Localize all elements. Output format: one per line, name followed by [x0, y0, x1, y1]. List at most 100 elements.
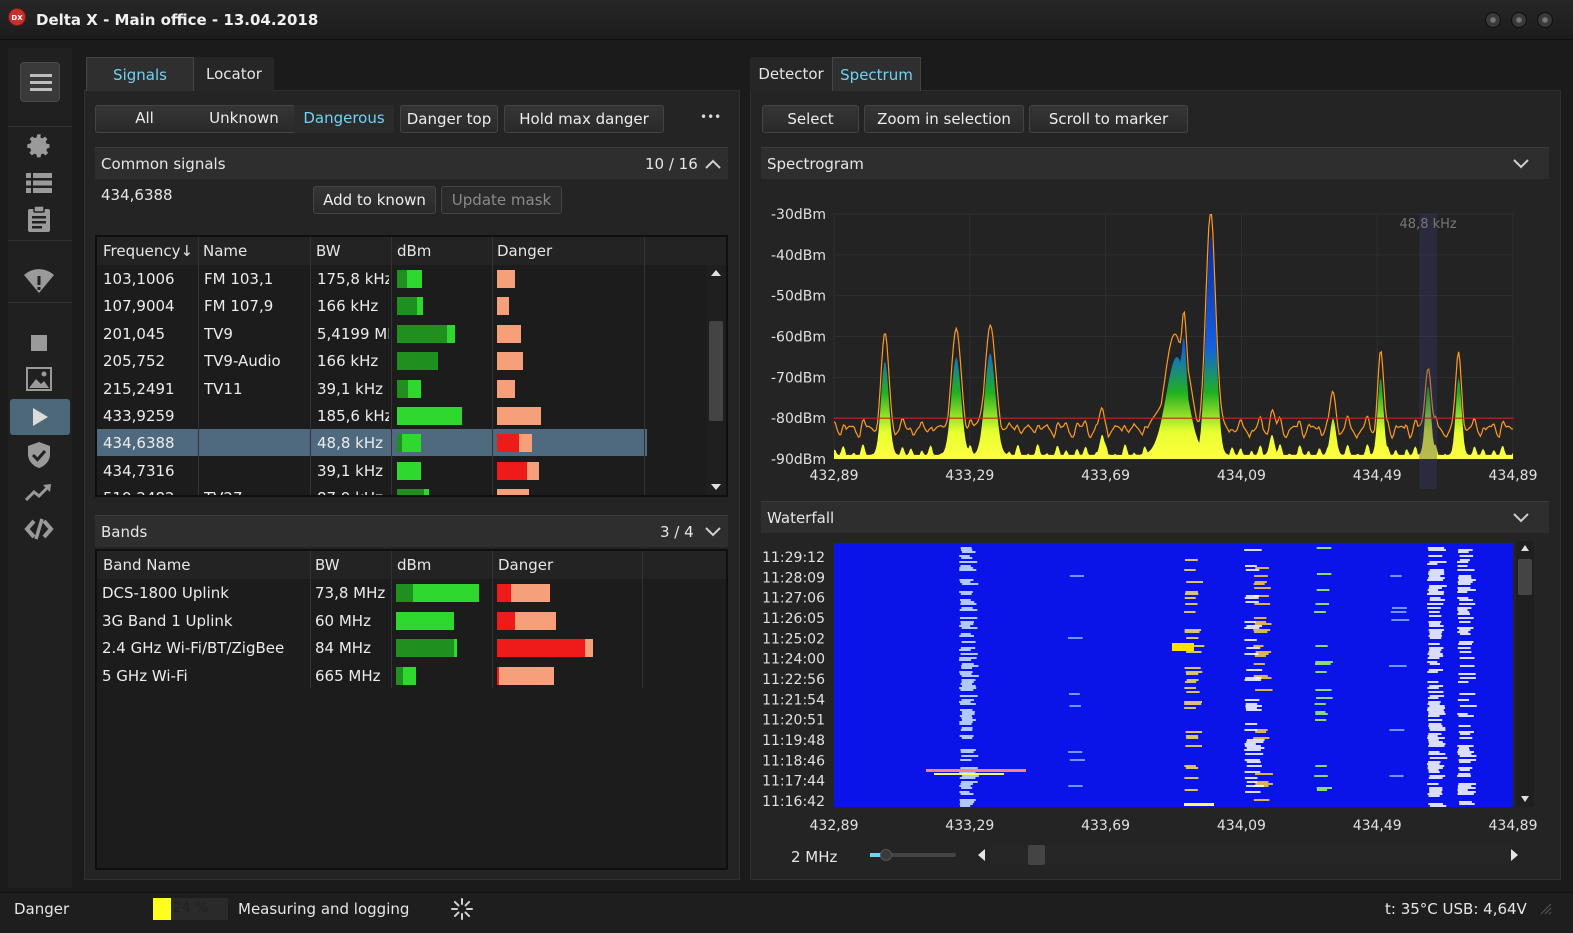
- table-row[interactable]: 205,752 TV9-Audio 166 kHz: [97, 347, 647, 374]
- table-row[interactable]: 433,9259 185,6 kHz: [97, 402, 647, 429]
- waterfall-scrollbar[interactable]: [1516, 541, 1534, 807]
- waterfall-chart[interactable]: 11:29:12 11:28:09 11:27:06 11:26:05 11:25:02…: [761, 535, 1549, 840]
- band-row[interactable]: DCS-1800 Uplink 73,8 MHz: [97, 579, 647, 606]
- band-row[interactable]: 5 GHz Wi-Fi 665 MHz: [97, 662, 647, 689]
- waterfall-trace: [1457, 647, 1471, 649]
- band-row[interactable]: 2.4 GHz Wi-Fi/BT/ZigBee 84 MHz: [97, 634, 647, 661]
- hamburger-menu-button[interactable]: [20, 62, 60, 102]
- column-header-band-danger[interactable]: Danger: [498, 556, 553, 574]
- tab-detector[interactable]: Detector: [750, 57, 832, 91]
- table-row[interactable]: 201,045 TV9 5,4199 MH: [97, 320, 647, 347]
- bands-header[interactable]: Bands 3 / 4: [95, 515, 728, 547]
- waterfall-trace: [960, 793, 974, 795]
- chevron-down-icon[interactable]: [701, 520, 725, 544]
- play-icon[interactable]: [10, 399, 70, 435]
- waterfall-trace: [1244, 627, 1260, 629]
- waterfall-trace: [1428, 743, 1446, 745]
- waterfall-trace: [1428, 803, 1443, 805]
- span-slider-thumb[interactable]: [880, 849, 892, 861]
- select-button[interactable]: Select: [762, 105, 859, 133]
- table-row[interactable]: 215,2491 TV11 39,1 kHz: [97, 375, 647, 402]
- column-header-bw[interactable]: BW: [316, 242, 341, 260]
- waterfall-header[interactable]: Waterfall: [761, 501, 1549, 533]
- marker-band[interactable]: [1419, 214, 1438, 489]
- column-header-dbm[interactable]: dBm: [397, 242, 431, 260]
- column-header-frequency[interactable]: Frequency↓: [103, 242, 193, 260]
- waterfall-trace: [1457, 561, 1469, 563]
- column-header-band-dbm[interactable]: dBm: [397, 556, 431, 574]
- list-icon[interactable]: [8, 165, 70, 201]
- maximize-button[interactable]: [1511, 12, 1527, 28]
- gear-icon[interactable]: [8, 128, 70, 164]
- waterfall-trace: [1428, 669, 1444, 671]
- tab-signals[interactable]: Signals: [86, 57, 194, 91]
- waterfall-trace: [1244, 759, 1260, 761]
- shield-icon[interactable]: [8, 437, 70, 473]
- link-icon[interactable]: [8, 511, 70, 547]
- resize-grip-icon[interactable]: [1540, 903, 1552, 915]
- column-header-danger[interactable]: Danger: [497, 242, 552, 260]
- common-signals-table: Frequency↓ Name BW dBm Danger 103,1006 FM…: [95, 235, 728, 497]
- waterfall-trace: [1458, 589, 1476, 591]
- x-tick-label: 434,49: [1353, 818, 1402, 834]
- filter-unknown-button[interactable]: Unknown: [194, 105, 294, 133]
- waterfall-trace: [959, 657, 977, 659]
- spectrogram-chart[interactable]: -30dBm -40dBm -50dBm -60dBm -70dBm -80dBm -90d…: [761, 195, 1549, 491]
- clipboard-icon[interactable]: [8, 201, 70, 237]
- table-row[interactable]: 434,6388 48,8 kHz: [97, 429, 647, 457]
- update-mask-button[interactable]: Update mask: [441, 186, 562, 214]
- scroll-to-marker-button[interactable]: Scroll to marker: [1029, 105, 1188, 133]
- column-header-name[interactable]: Name: [203, 242, 247, 260]
- frequency-scrollbar[interactable]: [990, 845, 1510, 865]
- table-row[interactable]: 519,2482 TV27 87,9 kHz: [97, 484, 647, 495]
- spectrogram-chevron-down-icon[interactable]: [1509, 152, 1533, 176]
- spinner-icon: [451, 898, 473, 920]
- table-row[interactable]: 103,1006 FM 103,1 175,8 kHz: [97, 265, 647, 292]
- frequency-scroll-thumb[interactable]: [1028, 845, 1045, 865]
- stop-icon[interactable]: [8, 325, 70, 361]
- cell-bw: 60 MHz: [315, 611, 371, 630]
- waterfall-trace: [1185, 603, 1198, 605]
- waterfall-trace: [960, 593, 972, 595]
- spectrogram-header[interactable]: Spectrogram: [761, 147, 1549, 179]
- waterfall-trace: [1428, 549, 1446, 551]
- trend-icon[interactable]: [8, 474, 70, 510]
- waterfall-trace: [1429, 787, 1443, 789]
- column-header-band-bw[interactable]: BW: [315, 556, 340, 574]
- waterfall-trace: [1427, 767, 1443, 769]
- hold-max-danger-button[interactable]: Hold max danger: [504, 105, 664, 133]
- image-icon[interactable]: [8, 361, 70, 397]
- waterfall-trace: [959, 555, 970, 557]
- signal-icon[interactable]: [8, 262, 70, 298]
- scroll-right-icon[interactable]: [1510, 848, 1520, 862]
- dbm-bar: [397, 434, 422, 453]
- waterfall-chevron-down-icon[interactable]: [1509, 506, 1533, 530]
- waterfall-trace: [959, 567, 974, 569]
- signals-scroll-thumb[interactable]: [709, 321, 723, 421]
- tab-spectrum[interactable]: Spectrum: [832, 57, 921, 91]
- danger-top-button[interactable]: Danger top: [400, 105, 498, 133]
- table-row[interactable]: 434,7316 39,1 kHz: [97, 457, 647, 484]
- filter-dangerous-button[interactable]: Dangerous: [294, 105, 394, 133]
- waterfall-trace: [1427, 697, 1439, 699]
- band-row[interactable]: 3G Band 1 Uplink 60 MHz: [97, 607, 647, 634]
- scroll-left-icon[interactable]: [976, 848, 986, 862]
- more-options-button[interactable]: •••: [700, 110, 721, 124]
- filter-all-button[interactable]: All: [96, 105, 193, 133]
- waterfall-scroll-thumb[interactable]: [1518, 559, 1532, 595]
- waterfall-trace: [1316, 547, 1332, 549]
- common-signals-header[interactable]: Common signals 10 / 16: [95, 147, 728, 179]
- tab-locator[interactable]: Locator: [194, 57, 274, 91]
- zoom-in-selection-button[interactable]: Zoom in selection: [864, 105, 1024, 133]
- waterfall-trace: [1245, 595, 1259, 597]
- span-slider[interactable]: [870, 849, 956, 861]
- minimize-button[interactable]: [1485, 12, 1501, 28]
- column-header-band-name[interactable]: Band Name: [103, 556, 191, 574]
- waterfall-plot[interactable]: [834, 543, 1513, 807]
- signals-scrollbar[interactable]: [706, 265, 726, 495]
- chevron-up-icon[interactable]: [701, 152, 725, 176]
- close-button[interactable]: [1537, 12, 1553, 28]
- dbm-bar: [396, 584, 479, 602]
- add-to-known-button[interactable]: Add to known: [313, 186, 436, 214]
- table-row[interactable]: 107,9004 FM 107,9 166 kHz: [97, 292, 647, 319]
